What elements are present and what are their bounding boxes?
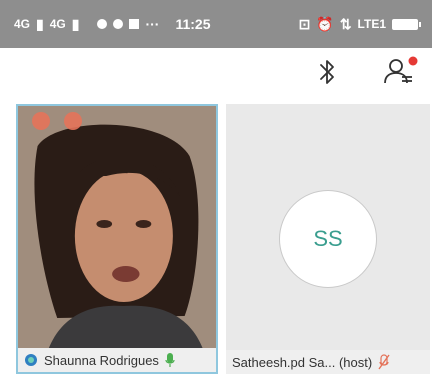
signal-2-label: 4G [49, 17, 66, 31]
participant-name: Satheesh.pd Sa... (host) [232, 354, 373, 370]
top-toolbar [0, 48, 432, 100]
mic-muted-icon [378, 354, 390, 370]
status-bar: 4G ▮ 4G ▮ ··· 11:25 ⊡ ⏰ ⇅ LTE1 [0, 0, 432, 48]
more-notifications-icon: ··· [145, 16, 160, 32]
participant-name: Shaunna Rodrigues [44, 352, 159, 368]
bluetooth-icon[interactable] [316, 58, 338, 86]
battery-icon [392, 18, 421, 30]
participant-name-bar: Satheesh.pd Sa... (host) [226, 350, 430, 374]
chat-icon [97, 19, 108, 29]
notification-dot [408, 56, 418, 66]
app-icon [129, 19, 140, 29]
system-icons: ⊡ ⏰ ⇅ LTE1 [298, 15, 421, 33]
clock-time: 11:25 [175, 16, 211, 32]
signal-group: 4G ▮ 4G ▮ [14, 16, 79, 33]
vibrate-icon: ⊡ [298, 15, 311, 32]
notification-icons: ··· 11:25 [97, 16, 211, 32]
participant-tile-2[interactable]: SS Satheesh.pd Sa... (host) [226, 104, 430, 374]
signal-bars-icon: ▮ [71, 15, 80, 32]
network-quality-icon [25, 354, 37, 366]
participant-name-bar: Shaunna Rodrigues [18, 348, 216, 372]
mic-muted-badge-icon [32, 112, 50, 130]
participant-video [18, 106, 216, 352]
volte-label: LTE1 [357, 17, 386, 31]
tile-badges [32, 112, 82, 130]
signal-bars-icon: ▮ [36, 15, 44, 32]
data-icon: ⇅ [339, 15, 352, 32]
participants-list-icon[interactable] [382, 56, 418, 88]
app-icon [113, 19, 124, 29]
video-badge-icon [64, 112, 82, 130]
signal-1-label: 4G [14, 17, 31, 31]
participant-tile-1[interactable]: Shaunna Rodrigues [16, 104, 218, 374]
alarm-icon: ⏰ [316, 15, 334, 32]
avatar: SS [279, 190, 377, 288]
mic-on-icon [165, 353, 175, 367]
